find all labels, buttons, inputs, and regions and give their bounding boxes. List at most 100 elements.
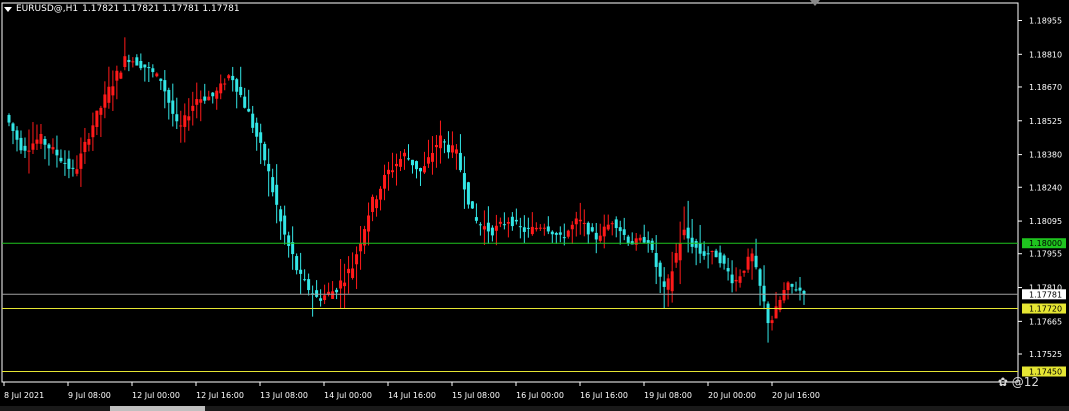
candle-body <box>790 283 794 287</box>
candle-body <box>730 274 734 284</box>
candle-body <box>47 144 51 149</box>
candle-body <box>375 199 379 209</box>
candle-body <box>403 152 407 157</box>
candle-body <box>367 215 371 232</box>
candle-body <box>227 75 231 79</box>
candle-body <box>626 236 630 244</box>
x-tick-label: 12 Jul 16:00 <box>196 391 244 400</box>
candle-body <box>558 232 562 235</box>
x-tick-label: 13 Jul 08:00 <box>260 391 308 400</box>
candle-body <box>442 141 446 143</box>
chart-tab-bar <box>0 406 1069 411</box>
candle-body <box>103 94 107 108</box>
price-chart[interactable]: 1.18955 1.18810 1.18670 1.18525 1.18380 1.182… <box>0 0 1069 411</box>
candle-body <box>143 64 147 68</box>
level-price-label: 1.17720 <box>1029 305 1062 314</box>
candle-body <box>538 227 542 229</box>
candle-body <box>678 243 682 261</box>
candle-body <box>542 227 546 229</box>
candle-body <box>127 59 131 63</box>
current-price-label: 1.17781 <box>1029 290 1062 299</box>
candle-body <box>159 78 163 82</box>
candle-body <box>474 217 478 221</box>
y-tick-label: 1.18095 <box>1029 217 1062 226</box>
candle-body <box>147 67 151 69</box>
candle-body <box>379 188 383 200</box>
candle-body <box>75 169 79 174</box>
candle-body <box>482 226 486 230</box>
candle-body <box>654 253 658 267</box>
candle-body <box>395 163 399 167</box>
x-tick-label: 19 Jul 08:00 <box>644 391 692 400</box>
y-tick-label: 1.18810 <box>1029 50 1062 59</box>
candle-body <box>211 92 215 97</box>
candle-body <box>155 73 159 77</box>
chart-header: EURUSD@,H1 1.17821 1.17821 1.17781 1.177… <box>4 4 240 14</box>
candle-body <box>638 237 642 241</box>
candle-body <box>335 289 339 293</box>
candle-body <box>434 144 438 148</box>
candle-body <box>690 237 694 247</box>
candle-body <box>746 256 750 270</box>
candle-body <box>23 145 27 151</box>
level-price-label: 1.18000 <box>1029 239 1062 248</box>
candle-body <box>722 255 726 264</box>
candle-body <box>243 96 247 108</box>
candle-body <box>734 279 738 282</box>
candle-body <box>207 96 211 101</box>
candle-body <box>323 295 327 301</box>
y-tick-label: 1.18240 <box>1029 183 1062 192</box>
candle-body <box>171 100 175 114</box>
x-tick-label: 9 Jul 08:00 <box>68 391 111 400</box>
candle-body <box>450 145 454 153</box>
chart-tab[interactable] <box>110 406 205 411</box>
candle-body <box>339 280 343 289</box>
candle-body <box>203 96 207 101</box>
candle-body <box>606 224 610 230</box>
candle-body <box>602 226 606 237</box>
y-tick-label: 1.18525 <box>1029 117 1062 126</box>
candle-body <box>506 222 510 224</box>
candle-body <box>215 90 219 99</box>
candle-body <box>91 125 95 138</box>
candle-body <box>299 269 303 274</box>
x-tick-label: 16 Jul 00:00 <box>516 391 564 400</box>
candle-body <box>87 138 91 145</box>
candle-body <box>119 72 123 79</box>
candle-body <box>295 256 299 271</box>
y-tick-label: 1.18670 <box>1029 83 1062 92</box>
x-tick-label: 15 Jul 08:00 <box>452 391 500 400</box>
candle-body <box>183 115 187 127</box>
candle-body <box>514 219 518 222</box>
candle-body <box>754 255 758 268</box>
candle-body <box>510 216 514 227</box>
candle-body <box>642 237 646 243</box>
candle-body <box>239 86 243 95</box>
candle-body <box>199 99 203 103</box>
candle-body <box>283 215 287 235</box>
candle-body <box>271 177 275 193</box>
candle-body <box>598 235 602 241</box>
candle-body <box>466 182 470 205</box>
candle-body <box>19 137 23 151</box>
x-tick-label: 12 Jul 00:00 <box>132 391 180 400</box>
candle-body <box>758 269 762 286</box>
candle-body <box>578 219 582 222</box>
x-tick-label: 20 Jul 00:00 <box>708 391 756 400</box>
candle-body <box>566 230 570 237</box>
candle-body <box>562 237 566 239</box>
candle-body <box>714 250 718 258</box>
candle-body <box>307 279 311 291</box>
candle-body <box>518 226 522 228</box>
candle-body <box>223 83 227 85</box>
candle-body <box>303 279 307 281</box>
candle-body <box>163 80 167 92</box>
candle-body <box>287 235 291 246</box>
candle-body <box>67 158 71 169</box>
dropdown-triangle-icon[interactable] <box>4 6 12 12</box>
candle-body <box>634 238 638 245</box>
candle-body <box>151 68 155 73</box>
candle-body <box>702 251 706 256</box>
y-tick-label: 1.18955 <box>1029 16 1062 25</box>
candle-body <box>399 158 403 167</box>
